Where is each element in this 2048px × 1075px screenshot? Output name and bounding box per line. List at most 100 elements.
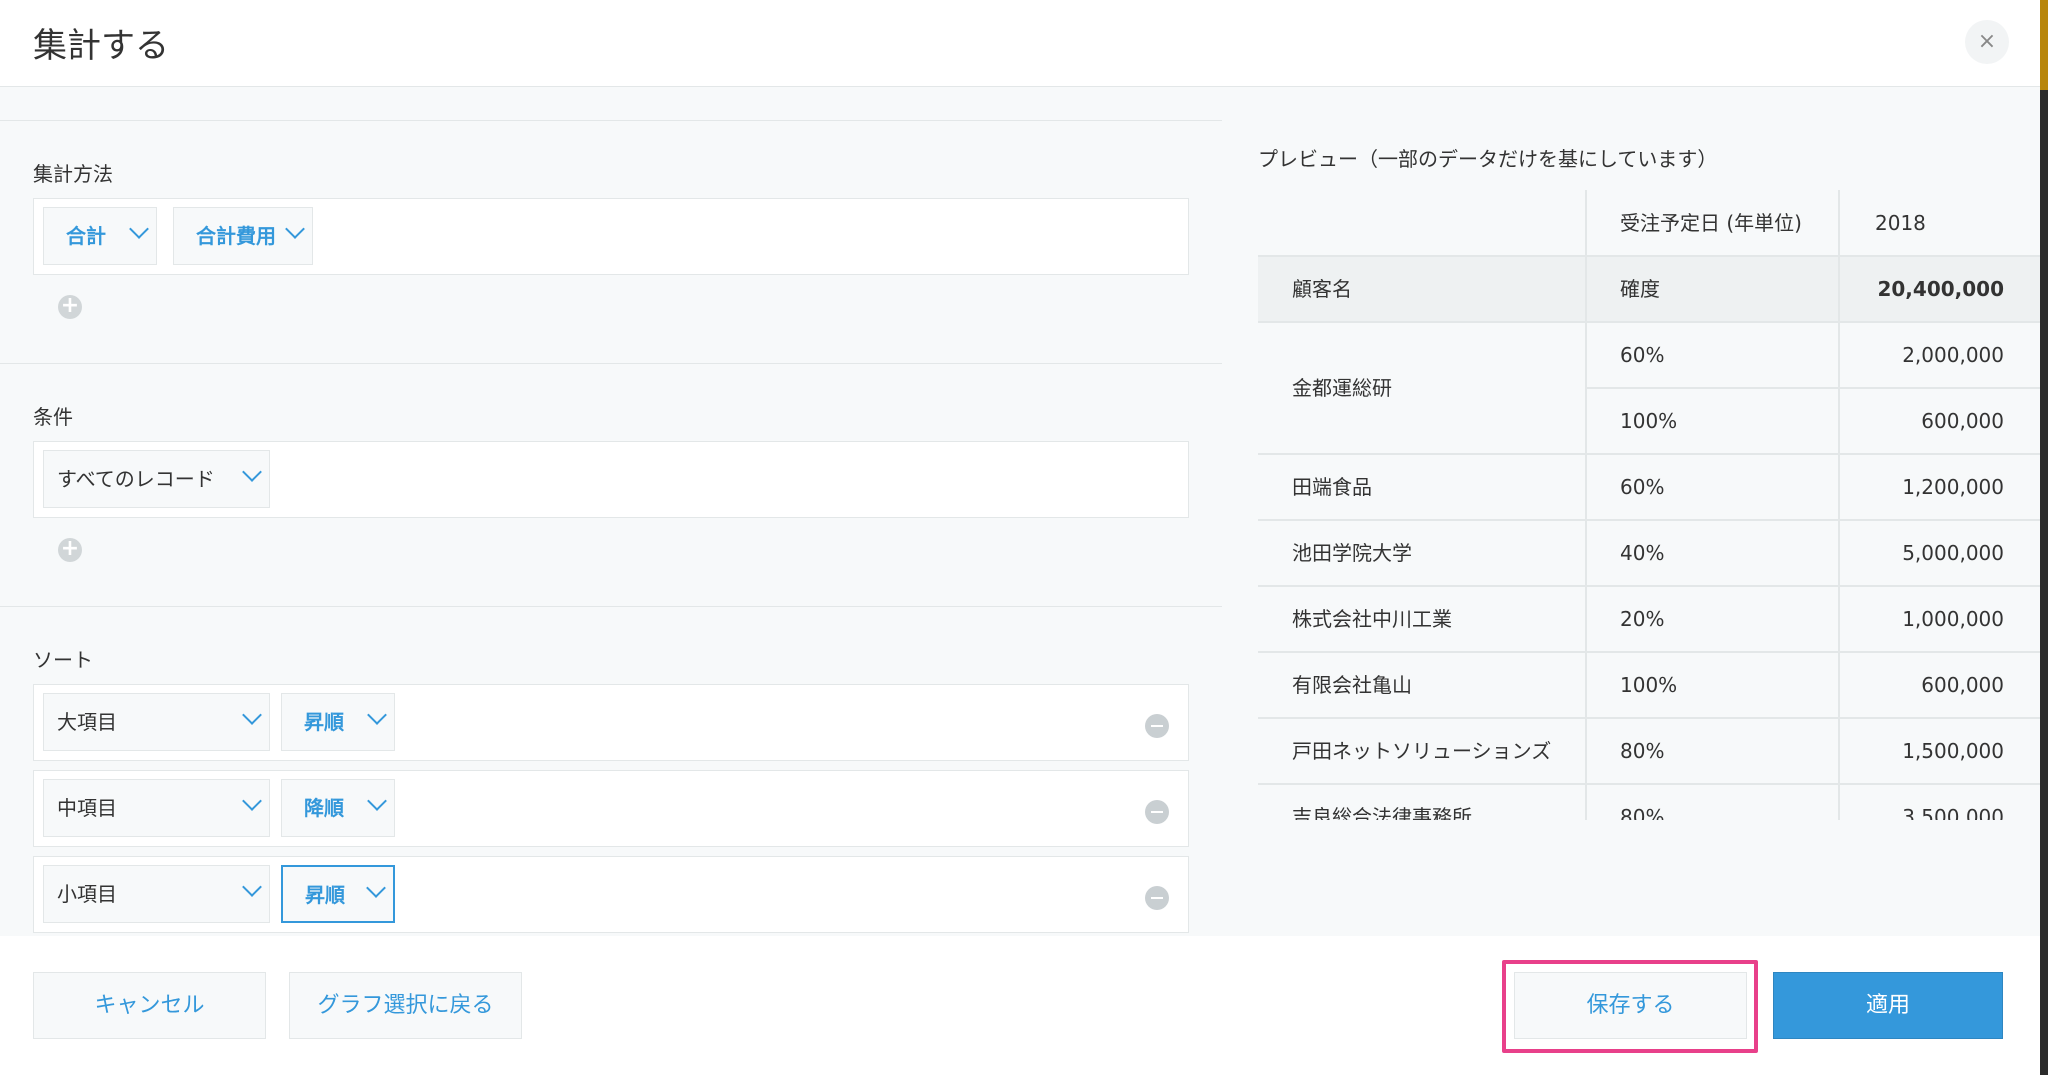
sort-order-select[interactable]: 昇順	[281, 865, 395, 923]
sort-row: 大項目 昇順	[33, 684, 1189, 761]
aggregation-label: 集計方法	[33, 162, 113, 186]
close-icon[interactable]: ×	[1965, 20, 2009, 64]
remove-sort-icon[interactable]	[1145, 800, 1169, 824]
amount-cell: 1,000,000	[1902, 607, 2004, 631]
aggregation-method-value: 合計	[66, 224, 106, 248]
add-condition-icon[interactable]: +	[58, 538, 82, 562]
probability-cell: 60%	[1620, 343, 1665, 367]
table-header-row: 受注予定日 (年単位) 2018	[1258, 190, 2040, 256]
amount-cell: 5,000,000	[1902, 541, 2004, 565]
grid-line	[1585, 190, 1587, 820]
divider	[0, 120, 1222, 121]
grid-line	[1258, 783, 2040, 785]
sort-field-select[interactable]: 中項目	[43, 779, 270, 837]
divider	[0, 363, 1222, 364]
table-row: 吉良総合法律事務所 80% 3,500,000	[1258, 784, 2040, 820]
chevron-down-icon	[242, 877, 262, 897]
date-column-header: 受注予定日 (年単位)	[1620, 211, 1802, 235]
table-row: 池田学院大学 40% 5,000,000	[1258, 520, 2040, 586]
grid-line	[1258, 519, 2040, 521]
divider	[0, 606, 1222, 607]
add-aggregation-icon[interactable]: +	[58, 295, 82, 319]
chevron-down-icon	[242, 462, 262, 482]
chevron-down-icon	[129, 219, 149, 239]
conditions-select[interactable]: すべてのレコード	[43, 450, 270, 508]
probability-cell: 40%	[1620, 541, 1665, 565]
probability-cell: 60%	[1620, 475, 1665, 499]
table-row: 有限会社亀山 100% 600,000	[1258, 652, 2040, 718]
table-row: 田端食品 60% 1,200,000	[1258, 454, 2040, 520]
chevron-down-icon	[285, 219, 305, 239]
chevron-down-icon	[366, 878, 386, 898]
sort-row: 中項目 降順	[33, 770, 1189, 847]
table-subheader-row: 顧客名 確度 20,400,000	[1258, 256, 2040, 322]
probability-cell: 80%	[1620, 805, 1665, 820]
grid-line	[1258, 717, 2040, 719]
sort-field-value: 小項目	[57, 882, 117, 906]
grid-line	[1258, 585, 2040, 587]
preview-table: 受注予定日 (年単位) 2018 顧客名 確度 20,400,000 金都運総研…	[1258, 190, 2040, 820]
aggregation-field-select[interactable]: 合計費用	[173, 207, 313, 265]
sort-order-select[interactable]: 降順	[281, 779, 395, 837]
probability-cell: 80%	[1620, 739, 1665, 763]
preview-panel: プレビュー（一部のデータだけを基にしています） 受注予定日 (年単位) 2018…	[1222, 88, 2040, 936]
chevron-down-icon	[367, 791, 387, 811]
aggregation-method-select[interactable]: 合計	[43, 207, 157, 265]
sort-field-select[interactable]: 大項目	[43, 693, 270, 751]
probability-cell: 100%	[1620, 673, 1678, 697]
grid-line	[1258, 321, 2040, 323]
remove-sort-icon[interactable]	[1145, 886, 1169, 910]
grid-line	[1258, 255, 2040, 257]
sort-order-value: 昇順	[304, 710, 344, 734]
sort-order-value: 昇順	[305, 883, 345, 907]
grid-line	[1586, 387, 2040, 389]
sort-label: ソート	[33, 648, 93, 672]
sort-field-value: 大項目	[57, 710, 117, 734]
dialog-header: 集計する ×	[0, 0, 2040, 87]
sort-field-select[interactable]: 小項目	[43, 865, 270, 923]
customer-cell: 金都運総研	[1292, 376, 1392, 400]
background-strip	[2040, 0, 2048, 1075]
conditions-label: 条件	[33, 405, 73, 429]
year-column-header: 2018	[1875, 211, 1926, 235]
probability-cell: 100%	[1620, 409, 1678, 433]
remove-sort-icon[interactable]	[1145, 714, 1169, 738]
probability-column-header: 確度	[1620, 277, 1660, 301]
sort-field-value: 中項目	[57, 796, 117, 820]
grand-total: 20,400,000	[1877, 277, 2004, 301]
aggregation-box: 合計 合計費用	[33, 198, 1189, 275]
customer-cell: 田端食品	[1292, 475, 1372, 499]
customer-column-header: 顧客名	[1292, 277, 1352, 301]
back-to-chart-select-button[interactable]: グラフ選択に戻る	[289, 972, 522, 1039]
customer-cell: 戸田ネットソリューションズ	[1292, 739, 1552, 763]
settings-panel: 集計方法 合計 合計費用 + 条件 すべてのレコード + ソート 大項目 昇順 …	[0, 88, 1222, 936]
conditions-box: すべてのレコード	[33, 441, 1189, 518]
aggregation-field-value: 合計費用	[196, 224, 276, 248]
chevron-down-icon	[242, 791, 262, 811]
dialog-title: 集計する	[33, 26, 169, 66]
customer-cell: 池田学院大学	[1292, 541, 1412, 565]
aggregate-dialog: 集計する × 集計方法 合計 合計費用 + 条件 すべてのレコード + ソート …	[0, 0, 2040, 1075]
amount-cell: 1,500,000	[1902, 739, 2004, 763]
customer-cell: 有限会社亀山	[1292, 673, 1412, 697]
preview-title: プレビュー（一部のデータだけを基にしています）	[1258, 147, 1718, 171]
sort-order-value: 降順	[304, 796, 344, 820]
chevron-down-icon	[242, 705, 262, 725]
grid-line	[1258, 651, 2040, 653]
grid-line	[1838, 190, 1840, 820]
amount-cell: 600,000	[1921, 409, 2004, 433]
customer-cell: 株式会社中川工業	[1292, 607, 1452, 631]
amount-cell: 600,000	[1921, 673, 2004, 697]
apply-button[interactable]: 適用	[1773, 972, 2003, 1039]
grid-line	[1258, 453, 2040, 455]
sort-order-select[interactable]: 昇順	[281, 693, 395, 751]
cancel-button[interactable]: キャンセル	[33, 972, 266, 1039]
probability-cell: 20%	[1620, 607, 1665, 631]
customer-cell: 吉良総合法律事務所	[1292, 805, 1472, 820]
table-row: 株式会社中川工業 20% 1,000,000	[1258, 586, 2040, 652]
background-accent	[2040, 0, 2048, 90]
save-button-highlight	[1502, 960, 1758, 1053]
amount-cell: 2,000,000	[1902, 343, 2004, 367]
table-row: 戸田ネットソリューションズ 80% 1,500,000	[1258, 718, 2040, 784]
sort-row: 小項目 昇順	[33, 856, 1189, 933]
